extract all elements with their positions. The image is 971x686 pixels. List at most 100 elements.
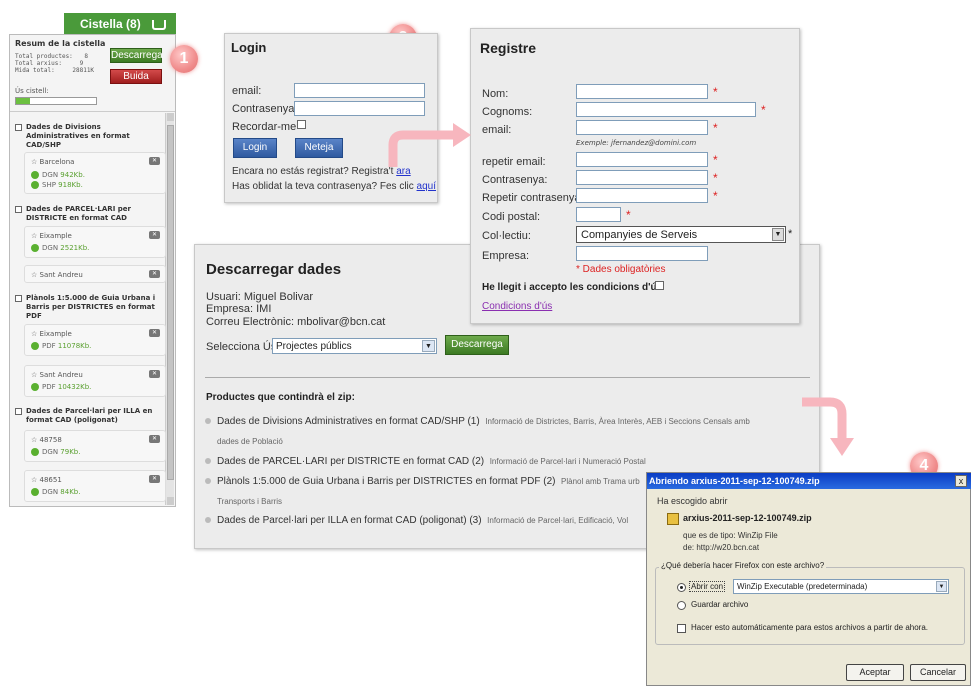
item-name-text: 48651 — [39, 476, 62, 484]
terms-link[interactable]: Condicions d'ús — [482, 301, 552, 312]
product-item: Dades de PARCEL·LARI per DISTRICTE en fo… — [205, 456, 646, 467]
scroll-down-arrow[interactable] — [167, 497, 174, 505]
group-title: Dades de Parcel·lari per ILLA en format … — [26, 407, 153, 424]
login-email-input[interactable] — [294, 83, 425, 98]
file-open-dialog: Abriendo arxius-2011-sep-12-100749.zip x… — [646, 472, 971, 686]
file-format: DGN — [42, 171, 59, 179]
dialog-title-bar[interactable]: Abriendo arxius-2011-sep-12-100749.zip — [647, 473, 971, 489]
group-checkbox[interactable] — [15, 124, 22, 131]
cart-download-button[interactable]: Descarrega — [110, 48, 163, 63]
scroll-thumb[interactable] — [167, 125, 174, 480]
product-item: Plànols 1:5.000 de Guia Urbana i Barris … — [205, 476, 640, 487]
opening-text: Ha escogido abrir — [657, 496, 728, 506]
remember-checkbox[interactable] — [297, 120, 306, 129]
surname-input[interactable] — [576, 102, 756, 117]
chevron-down-icon: ▼ — [772, 228, 784, 241]
cart-header[interactable]: Cistella (8) — [64, 13, 176, 34]
cart-resume-title: Resum de la cistella — [15, 39, 106, 48]
download-title: Descarregar dades — [206, 261, 342, 278]
file-format: DGN — [42, 488, 59, 496]
product-info-line2: dades de Població — [217, 437, 283, 446]
file-size: 918Kb. — [58, 181, 83, 189]
step-badge-1: 1 — [170, 45, 198, 73]
use-select[interactable]: Projectes públics ▼ — [272, 338, 437, 354]
check-icon — [31, 383, 39, 391]
app-select[interactable]: WinZip Executable (predeterminada) ▼ — [733, 579, 949, 594]
cart-stats: Total productes: 8 Total arxius: 9 Mida … — [15, 53, 94, 74]
check-icon — [31, 448, 39, 456]
use-select-value: Projectes públics — [276, 341, 352, 352]
required-mark: * — [761, 103, 766, 117]
item-name-text: Barcelona — [39, 158, 75, 166]
cart-usage-label: Ús cistell: — [15, 87, 49, 95]
check-icon — [31, 342, 39, 350]
terms-checkbox[interactable] — [655, 281, 664, 290]
auto-checkbox[interactable] — [677, 624, 686, 633]
item-name: ☆ 48651 — [31, 476, 62, 484]
login-button[interactable]: Login — [233, 138, 277, 158]
use-label: Selecciona Ús — [206, 341, 277, 353]
product-name: Dades de Divisions Administratives en fo… — [217, 416, 480, 427]
cart-group: Dades de Parcel·lari per ILLA en format … — [15, 407, 165, 425]
reg-password-label: Contrasenya: — [482, 174, 548, 186]
group-checkbox[interactable] — [15, 295, 22, 302]
register-title: Registre — [480, 40, 537, 56]
file-row: PDF 11078Kb. — [31, 342, 91, 350]
divider — [10, 111, 175, 112]
clear-button[interactable]: Neteja — [295, 138, 343, 158]
reg-password-input[interactable] — [576, 170, 708, 185]
cancel-button[interactable]: Cancelar — [910, 664, 966, 681]
check-icon — [31, 488, 39, 496]
product-info: Informació de Parcel·lari i Numeració Po… — [489, 457, 646, 466]
arrow-icon — [802, 397, 854, 456]
remove-icon[interactable]: ✕ — [149, 157, 160, 165]
open-with-radio[interactable] — [677, 583, 686, 592]
ok-button[interactable]: Aceptar — [846, 664, 904, 681]
remove-icon[interactable]: ✕ — [149, 475, 160, 483]
group-checkbox[interactable] — [15, 206, 22, 213]
file-row: DGN 79Kb. — [31, 448, 80, 456]
cart-usage-bar — [15, 97, 97, 105]
forgot-link[interactable]: aquí — [417, 181, 436, 192]
register-text: Encara no estás registrat? Registra't — [232, 166, 394, 177]
company-input[interactable] — [576, 246, 708, 261]
required-mark: * — [788, 228, 793, 240]
remove-icon[interactable]: ✕ — [149, 231, 160, 239]
postal-code-input[interactable] — [576, 207, 621, 222]
cart-item-box: ☆ Sant Andreu ✕ — [24, 265, 166, 283]
save-file-label: Guardar archivo — [691, 600, 749, 609]
name-label: Nom: — [482, 88, 509, 100]
group-checkbox[interactable] — [15, 408, 22, 415]
remove-icon[interactable]: ✕ — [149, 329, 160, 337]
file-format: DGN — [42, 448, 59, 456]
remove-icon[interactable]: ✕ — [149, 370, 160, 378]
group-title: Plànols 1:5.000 de Guia Urbana i Barris … — [26, 294, 156, 320]
name-input[interactable] — [576, 84, 708, 99]
reg-email-label: email: — [482, 124, 512, 136]
file-format: PDF — [42, 342, 56, 350]
close-icon[interactable]: x — [955, 475, 967, 487]
login-password-input[interactable] — [294, 101, 425, 116]
cart-scrollbar[interactable] — [165, 113, 174, 505]
cart-item-box: ☆ Barcelona ✕ DGN 942Kb. SHP 918Kb. — [24, 152, 166, 194]
download-button[interactable]: Descarrega — [445, 335, 509, 355]
product-name: Dades de Parcel·lari per ILLA en format … — [217, 515, 482, 526]
cart-empty-button[interactable]: Buida — [110, 69, 162, 84]
reg-email-input[interactable] — [576, 120, 708, 135]
repeat-password-input[interactable] — [576, 188, 708, 203]
cart-group: Dades de PARCEL·LARI per DISTRICTE en fo… — [15, 205, 165, 223]
item-name: ☆ Sant Andreu — [31, 271, 83, 279]
required-mark: * — [713, 121, 718, 135]
remove-icon[interactable]: ✕ — [149, 270, 160, 278]
repeat-email-input[interactable] — [576, 152, 708, 167]
save-file-radio[interactable] — [677, 601, 686, 610]
product-info: Plànol amb Trama urb — [561, 477, 640, 486]
collective-select[interactable]: Companyies de Serveis ▼ — [576, 226, 786, 243]
scroll-up-arrow[interactable] — [167, 113, 174, 121]
action-question: ¿Qué debería hacer Firefox con este arch… — [659, 561, 827, 570]
remove-icon[interactable]: ✕ — [149, 435, 160, 443]
file-row: DGN 2521Kb. — [31, 244, 89, 252]
cart-title: Cistella (8) — [80, 17, 141, 31]
company-label: Empresa: — [482, 250, 530, 262]
cart-group: Dades de Divisions Administratives en fo… — [15, 123, 165, 150]
